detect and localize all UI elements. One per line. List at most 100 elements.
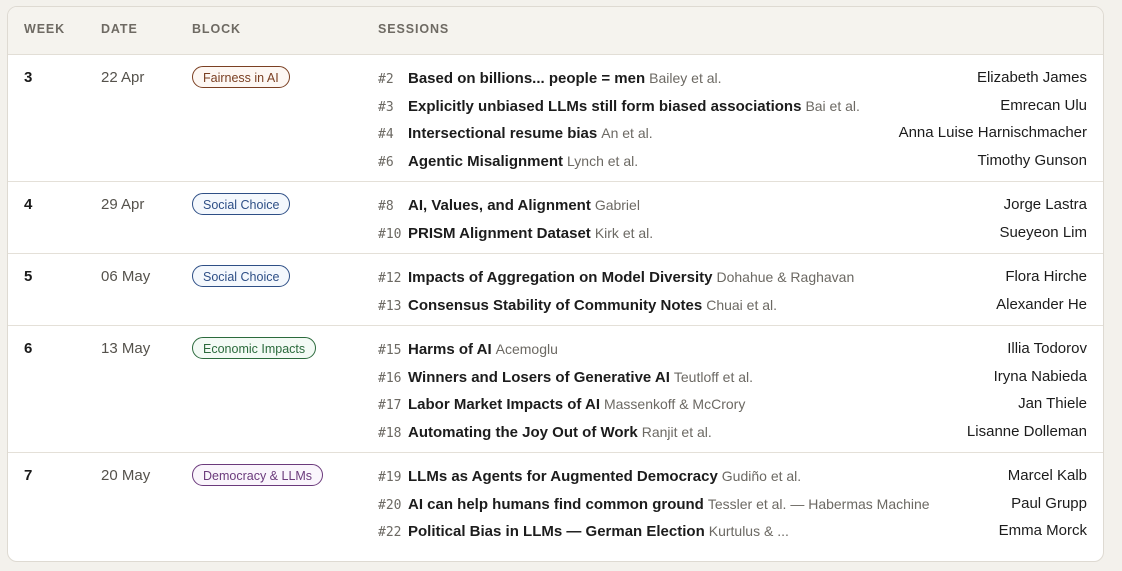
session-item: #4 Intersectional resume bias An et al. Ann… [378,122,1087,144]
session-date: 06 May [101,268,151,285]
paper-authors: Ranjit et al. [641,424,712,440]
session-date: 22 Apr [101,69,145,86]
paper-title: Consensus Stability of Community Notes [408,297,703,314]
paper-title: Winners and Losers of Generative AI [408,369,670,386]
session-number: #3 [378,100,394,115]
session-item: #16 Winners and Losers of Generative AI Te… [378,366,1087,388]
session-number: #16 [378,371,402,386]
paper-authors: Dohahue & Raghavan [716,269,855,285]
column-header-sessions: SESSIONS [378,22,450,36]
table-row: 7 20 May Democracy & LLMs #19 LLMs as Agents… [8,453,1103,552]
presenter-name: Elizabeth James [976,69,1087,86]
session-number: #20 [378,498,402,513]
presenter-name: Emma Morck [998,522,1087,539]
session-date: 13 May [101,340,151,357]
presenter-name: Emrecan Ulu [1000,97,1087,114]
paper-title: PRISM Alignment Dataset [408,225,591,242]
session-number: #2 [378,72,394,87]
paper-title: Harms of AI [408,341,492,358]
session-item: #2 Based on billions... people = men Baile… [378,67,1087,89]
presenter-name: Flora Hirche [1005,268,1087,285]
presenter-name: Illia Todorov [1007,340,1087,357]
session-number: #4 [378,127,394,142]
session-date: 20 May [101,467,151,484]
paper-authors: Kurtulus & ... [708,523,789,539]
week-number: 3 [24,69,33,86]
paper-authors: Massenkoff & McCrory [603,396,746,412]
table-row: 5 06 May Social Choice #12 Impacts of Aggreg… [8,254,1103,326]
presenter-name: Lisanne Dolleman [966,423,1087,440]
presenter-name: Timothy Gunson [977,152,1088,169]
paper-title: Political Bias in LLMs — German Election [408,523,705,540]
paper-authors: Bailey et al. [649,70,722,86]
paper-title: Intersectional resume bias [408,125,598,142]
presenter-name: Marcel Kalb [1007,467,1087,484]
session-item: #6 Agentic Misalignment Lynch et al. Timoth… [378,150,1087,172]
session-number: #13 [378,299,402,314]
table-row: 6 13 May Economic Impacts #15 Harms of AI Ace… [8,326,1103,453]
session-number: #12 [378,271,402,286]
column-header-block: BLOCK [192,22,241,36]
paper-authors: Teutloff et al. [673,369,754,385]
table-body: 3 22 Apr Fairness in AI #2 Based on billions… [8,55,1103,552]
paper-title: Explicitly unbiased LLMs still form bias… [408,98,802,115]
paper-title: AI can help humans find common ground [408,496,704,513]
session-number: #22 [378,525,402,540]
paper-title: LLMs as Agents for Augmented Democracy [408,468,718,485]
session-number: #18 [378,426,402,441]
presenter-name: Jorge Lastra [1003,196,1087,213]
paper-title: Agentic Misalignment [408,153,564,170]
session-item: #20 AI can help humans find common ground… [378,493,1087,515]
presenter-name: Alexander He [996,296,1087,313]
session-item: #12 Impacts of Aggregation on Model Diver… [378,266,1087,288]
paper-authors: Gudiño et al. [721,468,802,484]
schedule-table: WEEK DATE BLOCK SESSIONS 3 22 Apr Fairness… [7,6,1104,562]
session-item: #8 AI, Values, and Alignment Gabriel Jorge … [378,194,1087,216]
presenter-name: Jan Thiele [1018,395,1087,412]
session-item: #10 PRISM Alignment Dataset Kirk et al. Sue… [378,222,1087,244]
session-date: 29 Apr [101,196,145,213]
paper-authors: Gabriel [594,197,640,213]
week-number: 4 [24,196,33,213]
week-number: 7 [24,467,33,484]
week-number: 6 [24,340,33,357]
column-header-date: DATE [101,22,138,36]
session-number: #6 [378,155,394,170]
paper-authors: Acemoglu [495,341,558,357]
block-badge: Fairness in AI [192,66,290,88]
paper-title: Based on billions... people = men [408,70,646,87]
block-badge: Democracy & LLMs [192,464,324,486]
session-item: #15 Harms of AI Acemoglu Illia Todorov [378,338,1087,360]
paper-title: Automating the Joy Out of Work [408,424,638,441]
paper-authors: Bai et al. [805,98,860,114]
session-number: #10 [378,227,402,242]
paper-authors: An et al. [601,125,653,141]
presenter-name: Iryna Nabieda [993,368,1087,385]
week-number: 5 [24,268,33,285]
session-number: #8 [378,199,394,214]
presenter-name: Sueyeon Lim [999,224,1087,241]
presenter-name: Anna Luise Harnischmacher [898,124,1087,141]
table-row: 3 22 Apr Fairness in AI #2 Based on billions… [8,55,1103,182]
block-badge: Social Choice [192,193,291,215]
paper-title: Labor Market Impacts of AI [408,396,600,413]
presenter-name: Paul Grupp [1011,495,1087,512]
block-badge: Economic Impacts [192,337,317,359]
session-item: #19 LLMs as Agents for Augmented Democrac… [378,465,1087,487]
paper-authors: Lynch et al. [567,153,639,169]
table-header: WEEK DATE BLOCK SESSIONS [8,7,1103,55]
paper-authors: Chuai et al. [706,297,778,313]
session-item: #17 Labor Market Impacts of AI Massenkoff … [378,393,1087,415]
paper-title: AI, Values, and Alignment [408,197,591,214]
column-header-week: WEEK [24,22,66,36]
paper-title: Impacts of Aggregation on Model Diversit… [408,269,713,286]
session-number: #17 [378,398,402,413]
table-row: 4 29 Apr Social Choice #8 AI, Values, and Al… [8,182,1103,254]
session-item: #22 Political Bias in LLMs — German Elect… [378,520,1087,542]
paper-authors: Tessler et al. — Habermas Machine [707,496,930,512]
session-number: #19 [378,470,402,485]
block-badge: Social Choice [192,265,291,287]
session-item: #13 Consensus Stability of Community Note… [378,294,1087,316]
session-item: #3 Explicitly unbiased LLMs still form bi… [378,95,1087,117]
paper-authors: Kirk et al. [594,225,654,241]
